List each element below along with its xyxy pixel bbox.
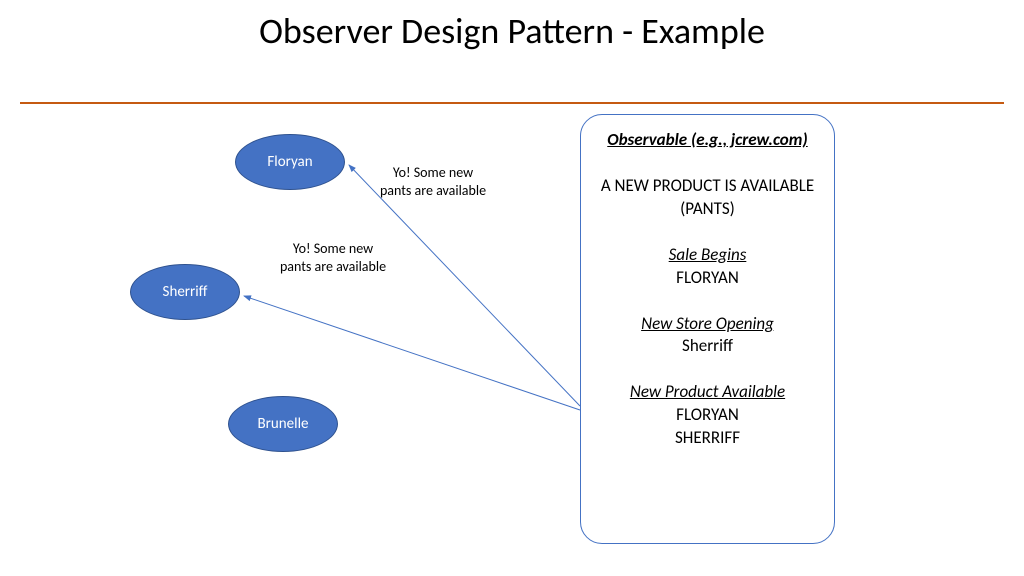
message-1: Yo! Some new pants are available <box>378 164 488 200</box>
event-1-subscriber: FLORYAN <box>591 267 824 290</box>
event-2-subscriber: Sherriff <box>591 335 824 358</box>
observer-floryan: Floryan <box>235 134 345 190</box>
observer-label: Brunelle <box>258 415 309 433</box>
observer-sherriff: Sherriff <box>130 264 240 320</box>
observable-heading: Observable (e.g., jcrew.com) <box>591 129 824 152</box>
event-3-subscriber-2: SHERRIFF <box>591 427 824 450</box>
observer-label: Floryan <box>267 153 312 171</box>
event-2-title: New Store Opening <box>591 313 824 336</box>
observer-label: Sherriff <box>163 283 208 301</box>
message-2: Yo! Some new pants are available <box>278 240 388 276</box>
event-3-title: New Product Available <box>591 381 824 404</box>
observable-notice: A NEW PRODUCT IS AVAILABLE (PANTS) <box>591 175 824 221</box>
observable-box: Observable (e.g., jcrew.com) A NEW PRODU… <box>580 114 835 544</box>
observer-brunelle: Brunelle <box>228 396 338 452</box>
slide-title: Observer Design Pattern - Example <box>0 0 1024 53</box>
event-1-title: Sale Begins <box>591 244 824 267</box>
title-divider <box>20 102 1004 104</box>
event-3-subscriber-1: FLORYAN <box>591 404 824 427</box>
